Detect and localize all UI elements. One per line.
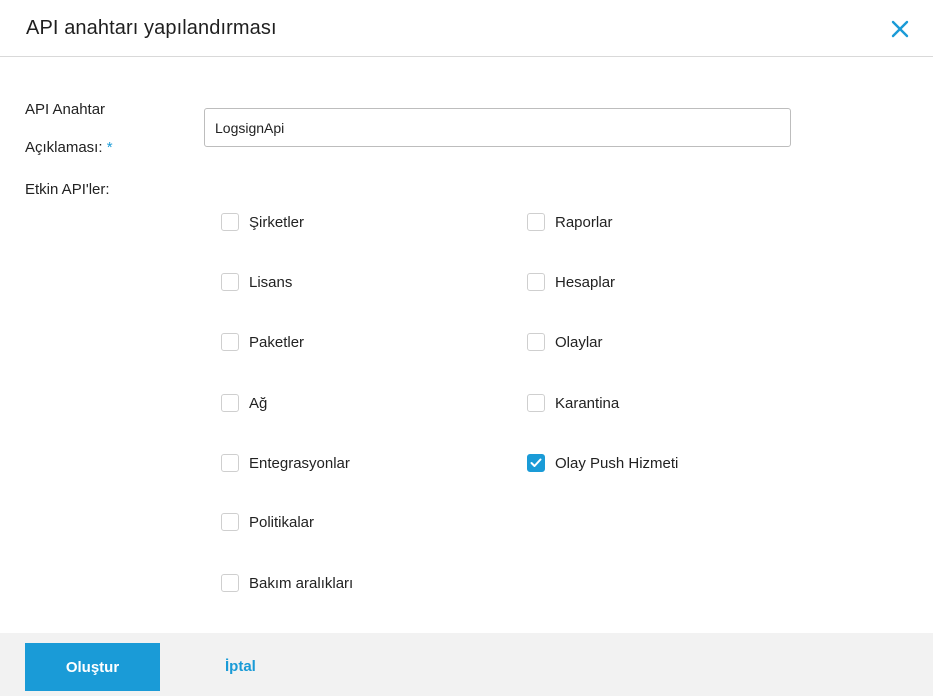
api-checkbox-bakim-araliklari[interactable]: Bakım aralıkları bbox=[221, 573, 353, 593]
cancel-link[interactable]: İptal bbox=[225, 658, 256, 675]
checkbox-box[interactable] bbox=[221, 213, 239, 231]
api-checkbox-olay-push-hizmeti[interactable]: Olay Push Hizmeti bbox=[527, 453, 678, 473]
checkbox-label: Bakım aralıkları bbox=[249, 574, 354, 592]
description-input[interactable] bbox=[204, 108, 791, 147]
checkbox-box[interactable] bbox=[527, 333, 545, 351]
checkbox-label: Olay Push Hizmeti bbox=[555, 454, 679, 472]
checkbox-label: Entegrasyonlar bbox=[249, 454, 350, 472]
checkbox-label: Ağ bbox=[249, 394, 268, 412]
close-button[interactable] bbox=[891, 20, 911, 40]
api-key-config-dialog: API anahtarı yapılandırması API Anahtar … bbox=[0, 0, 933, 696]
checkbox-box[interactable] bbox=[221, 273, 239, 291]
checkbox-label: Paketler bbox=[249, 333, 305, 351]
required-marker: * bbox=[106, 139, 113, 156]
checkbox-box[interactable] bbox=[527, 273, 545, 291]
api-checkbox-entegrasyonlar[interactable]: Entegrasyonlar bbox=[221, 453, 350, 473]
checkbox-label: Olaylar bbox=[555, 333, 603, 351]
checkbox-label: Politikalar bbox=[249, 513, 315, 531]
dialog-header: API anahtarı yapılandırması bbox=[0, 0, 933, 57]
checkbox-box[interactable] bbox=[221, 574, 239, 592]
dialog-footer: Oluştur İptal bbox=[0, 633, 933, 696]
close-icon bbox=[891, 20, 909, 38]
description-label-line1: API Anahtar bbox=[25, 101, 106, 118]
checkbox-label: Karantina bbox=[555, 394, 620, 412]
api-checkbox-lisans[interactable]: Lisans bbox=[221, 272, 292, 292]
api-checkbox-hesaplar[interactable]: Hesaplar bbox=[527, 272, 615, 292]
description-label-line2: Açıklaması: * bbox=[25, 139, 113, 156]
checkmark-icon bbox=[530, 458, 542, 467]
api-checkbox-raporlar[interactable]: Raporlar bbox=[527, 212, 613, 232]
checkbox-box[interactable] bbox=[221, 333, 239, 351]
checkbox-box[interactable] bbox=[221, 394, 239, 412]
description-label-text: Açıklaması: bbox=[25, 139, 103, 156]
checkbox-label: Lisans bbox=[249, 273, 293, 291]
checkbox-label: Şirketler bbox=[249, 213, 305, 231]
api-checkbox-ag[interactable]: Ağ bbox=[221, 393, 267, 413]
api-checkbox-karantina[interactable]: Karantina bbox=[527, 393, 619, 413]
dialog-title: API anahtarı yapılandırması bbox=[26, 17, 277, 39]
checkbox-label: Hesaplar bbox=[555, 273, 616, 291]
api-checkbox-paketler[interactable]: Paketler bbox=[221, 332, 304, 352]
checkbox-box-checked[interactable] bbox=[527, 454, 545, 472]
checkbox-label: Raporlar bbox=[555, 213, 613, 231]
checkbox-box[interactable] bbox=[221, 513, 239, 531]
checkbox-box[interactable] bbox=[527, 213, 545, 231]
api-checkbox-sirketler[interactable]: Şirketler bbox=[221, 212, 304, 232]
checkbox-box[interactable] bbox=[221, 454, 239, 472]
api-checkbox-olaylar[interactable]: Olaylar bbox=[527, 332, 603, 352]
api-checkbox-politikalar[interactable]: Politikalar bbox=[221, 512, 314, 532]
create-button[interactable]: Oluştur bbox=[25, 643, 160, 691]
enabled-apis-label: Etkin API'ler: bbox=[25, 181, 110, 198]
checkbox-box[interactable] bbox=[527, 394, 545, 412]
